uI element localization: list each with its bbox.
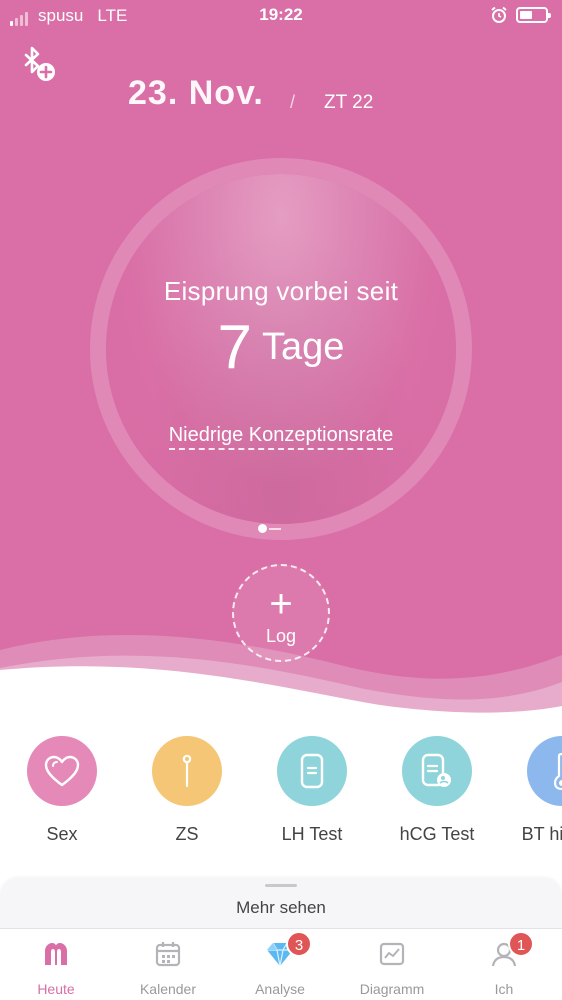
status-bar: spusu LTE 19:22	[0, 0, 562, 32]
tab-label: Diagramm	[359, 981, 425, 997]
quick-action-label: Sex	[46, 824, 78, 844]
lh-test-strip-icon	[300, 753, 324, 789]
more-panel[interactable]: Mehr sehen	[0, 878, 562, 928]
heart-icon	[44, 755, 80, 787]
quick-action-label: BT hinzuf.	[521, 824, 562, 844]
hcg-test-icon	[421, 753, 451, 787]
thermometer-icon	[553, 752, 562, 790]
tab-label: Heute	[37, 981, 75, 997]
calendar-icon	[155, 942, 181, 967]
plus-icon: +	[269, 582, 293, 626]
conception-rate-link[interactable]: Niedrige Konzeptionsrate	[0, 424, 562, 450]
analyse-badge: 3	[286, 931, 312, 957]
page-indicator	[258, 524, 281, 533]
alarm-icon	[491, 6, 507, 23]
tab-label: Analyse	[255, 981, 305, 997]
hero-section: spusu LTE 19:22 23. Nov. / ZT 22 Eisprun…	[0, 0, 562, 715]
thermometer-pin-icon	[182, 754, 192, 788]
quick-action-label: ZS	[175, 824, 199, 844]
battery-icon	[516, 7, 551, 23]
quick-action-bt[interactable]: BT hinzuf.	[507, 736, 562, 845]
chart-icon	[379, 942, 405, 966]
today-icon	[45, 943, 67, 965]
conception-rate-label: Niedrige Konzeptionsrate	[168, 424, 394, 450]
tab-ich[interactable]: 1 Ich	[448, 929, 560, 1000]
tab-heute[interactable]: Heute	[0, 929, 112, 1000]
quick-action-label: LH Test	[281, 824, 343, 844]
date-separator: /	[290, 92, 296, 112]
days-value: 7	[217, 313, 253, 382]
quick-action-sex[interactable]: Sex	[7, 736, 117, 845]
drag-handle[interactable]	[265, 884, 297, 887]
ovulation-status: Eisprung vorbei seit	[163, 276, 399, 306]
tab-label: Ich	[494, 981, 514, 997]
tab-diagramm[interactable]: Diagramm	[336, 929, 448, 1000]
tab-kalender[interactable]: Kalender	[112, 929, 224, 1000]
quick-actions-row: Sex ZS LH Test hCG Test BT hi	[0, 736, 562, 856]
more-panel-label: Mehr sehen	[236, 898, 326, 917]
cycle-day-label: ZT 22	[324, 92, 374, 113]
log-button[interactable]: + Log	[232, 564, 330, 662]
clock: 19:22	[259, 5, 303, 24]
quick-action-lh-test[interactable]: LH Test	[257, 736, 367, 845]
quick-action-hcg-test[interactable]: hCG Test	[382, 736, 492, 845]
tab-analyse[interactable]: 3 Analyse	[224, 929, 336, 1000]
days-unit: Tage	[262, 326, 345, 368]
current-date[interactable]: 23. Nov.	[128, 74, 264, 113]
ich-badge: 1	[508, 931, 534, 957]
tab-bar: Heute Kalender 3 Analyse Diagramm 1 Ich	[0, 928, 562, 1000]
date-header: 23. Nov. / ZT 22	[0, 74, 562, 120]
quick-action-zs[interactable]: ZS	[132, 736, 242, 845]
log-button-label: Log	[265, 626, 297, 646]
tab-label: Kalender	[139, 981, 197, 997]
quick-action-label: hCG Test	[399, 824, 475, 844]
days-counter: 7 Tage	[0, 312, 562, 383]
